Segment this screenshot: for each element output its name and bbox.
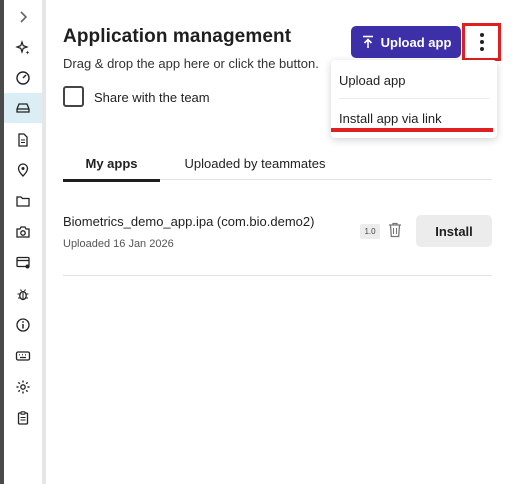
sparkle-icon [15,40,30,55]
bug-icon [17,289,29,301]
share-checkbox-label[interactable]: Share with the team [94,90,210,105]
folder-icon [16,196,30,207]
trash-icon[interactable] [387,221,403,239]
sidebar-item-files[interactable] [4,186,42,216]
tab-bar: My apps Uploaded by teammates [63,146,492,182]
page-title: Application management [63,26,292,47]
sidebar-item-ai[interactable] [4,33,42,63]
tab-my-apps[interactable]: My apps [63,146,160,182]
keyboard-icon [15,351,31,361]
sidebar-item-camera[interactable] [4,217,42,247]
sidebar-item-settings[interactable] [4,372,42,402]
menu-divider [339,98,489,99]
app-name: Biometrics_demo_app.ipa (com.bio.demo2) [63,214,315,229]
gear-icon [16,380,30,394]
chevron-right-icon [20,11,28,23]
sidebar-collapse-toggle[interactable] [4,2,42,32]
sidebar-item-apps[interactable] [4,93,42,123]
sidebar-item-info[interactable] [4,310,42,340]
upload-app-button[interactable]: Upload app [351,26,461,58]
sidebar-item-performance[interactable] [4,63,42,93]
install-button[interactable]: Install [416,215,492,247]
upload-app-button-label: Upload app [380,34,452,50]
sidebar-item-location[interactable] [4,155,42,185]
share-checkbox[interactable] [63,86,84,107]
sidebar-item-keyboard[interactable] [4,341,42,371]
sidebar-item-documents[interactable] [4,125,42,155]
menu-item-upload-app[interactable]: Upload app [331,62,497,98]
app-window: Application management Drag & drop the a… [0,0,512,484]
sidebar-item-clipboard[interactable] [4,403,42,433]
upload-icon [362,35,373,48]
sidebar-item-payments[interactable] [4,247,42,277]
page-subtitle: Drag & drop the app here or click the bu… [63,56,319,71]
camera-icon [16,226,30,238]
sidebar [4,0,42,484]
location-pin-icon [17,163,29,177]
document-icon [18,133,28,147]
clipboard-icon [17,411,29,425]
card-settings-icon [16,256,30,269]
list-item: Biometrics_demo_app.ipa (com.bio.demo2) … [63,196,492,276]
sidebar-item-debug[interactable] [4,279,42,309]
tab-uploaded-by-teammates[interactable]: Uploaded by teammates [175,146,335,180]
app-upload-date: Uploaded 16 Jan 2026 [63,238,174,250]
install-via-link-highlight [331,128,493,132]
info-icon [16,318,30,332]
more-vertical-icon [479,33,484,51]
more-options-button[interactable] [462,23,501,61]
version-badge: 1.0 [360,224,380,239]
speedometer-icon [16,71,30,85]
drive-icon [16,103,30,113]
sidebar-divider [42,0,46,484]
more-options-menu: Upload app Install app via link [331,60,497,138]
